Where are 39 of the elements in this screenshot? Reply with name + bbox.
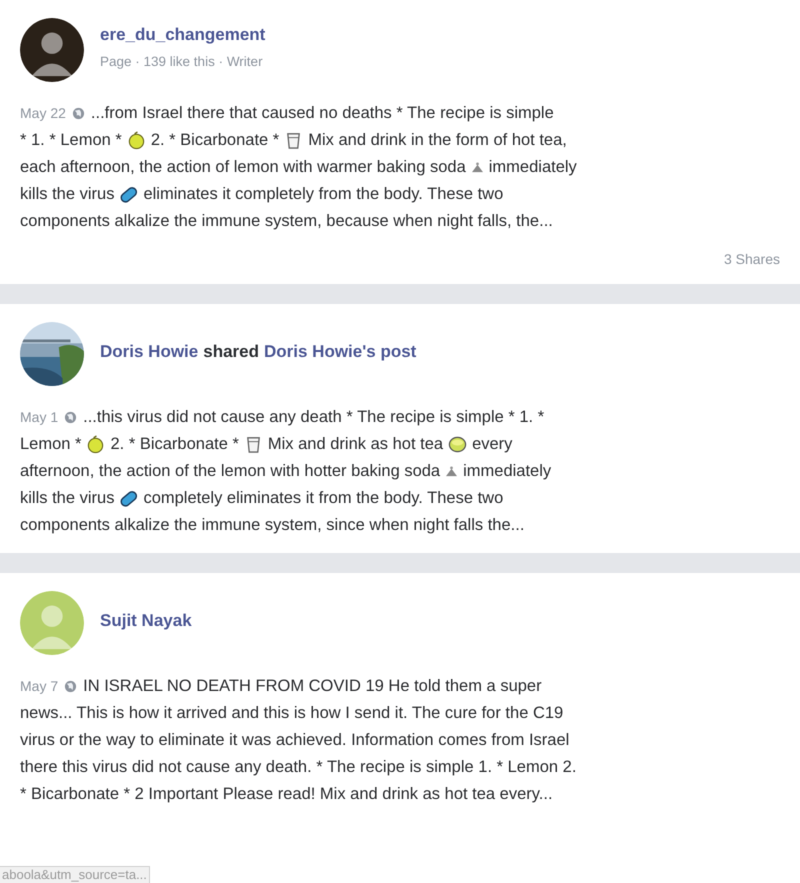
post-text: kills the virus — [20, 488, 114, 509]
post-text: afternoon, the action of the lemon with hotter baking soda — [20, 461, 440, 482]
post-text: IN ISRAEL NO DEATH FROM COVID 19 He told them a super — [83, 676, 542, 697]
powder-icon — [470, 162, 484, 173]
globe-icon — [72, 107, 85, 120]
author-link[interactable]: ere_du_changement — [100, 24, 266, 46]
post-text: kills the virus — [20, 184, 114, 205]
author-link[interactable]: Doris Howie — [100, 341, 198, 363]
bowl-icon — [448, 435, 468, 454]
post-text: every — [472, 434, 512, 455]
globe-icon — [64, 411, 78, 424]
post-text: components alkalize the immune system, because when night falls, the... — [20, 211, 553, 232]
lemon-icon — [86, 435, 106, 454]
post-text: * 1. * Lemon * — [20, 130, 122, 151]
post-text: ...this virus did not cause any death * The recipe is simple * 1. * — [83, 407, 544, 428]
lemon-icon — [126, 131, 146, 150]
post-text: each afternoon, the action of lemon with warmer baking soda — [20, 157, 466, 178]
post-text: eliminates it completely from the body. These two — [143, 184, 504, 205]
post-text: Lemon * — [20, 434, 82, 455]
post-text: 2. * Bicarbonate * — [150, 130, 280, 151]
post-text: immediately — [463, 461, 552, 482]
post-text: immediately — [488, 157, 577, 178]
post-text: completely eliminates it from the body. These two — [143, 488, 504, 509]
post-text: there this virus did not cause any death. * The recipe is simple 1. * Lemon 2. — [20, 757, 576, 778]
post-text: Mix and drink as hot tea — [268, 434, 444, 455]
status-url: aboola&utm_source=ta... — [0, 866, 150, 883]
post-text: virus or the way to eliminate it was achieved. Information comes from Israel — [20, 730, 570, 751]
page-meta-text: Page · 139 like this · Writer — [100, 52, 264, 71]
post-text: ...from Israel there that caused no deaths * The recipe is simple — [90, 103, 554, 124]
post-text: components alkalize the immune system, since when night falls the... — [20, 515, 524, 536]
post-text: Mix and drink in the form of hot tea, — [308, 130, 567, 151]
post-link[interactable]: Doris Howie's post — [264, 341, 416, 363]
post-text: 2. * Bicarbonate * — [110, 434, 239, 455]
powder-icon — [445, 466, 458, 477]
author-link[interactable]: Sujit Nayak — [100, 610, 192, 632]
globe-icon — [64, 680, 78, 693]
post-text: news... This is how it arrived and this is how I send it. The cure for the C19 — [20, 703, 564, 724]
post-text: * Bicarbonate * 2 Important Please read! Mix and drink as hot tea every... — [20, 784, 553, 805]
shared-text: shared — [203, 341, 259, 363]
